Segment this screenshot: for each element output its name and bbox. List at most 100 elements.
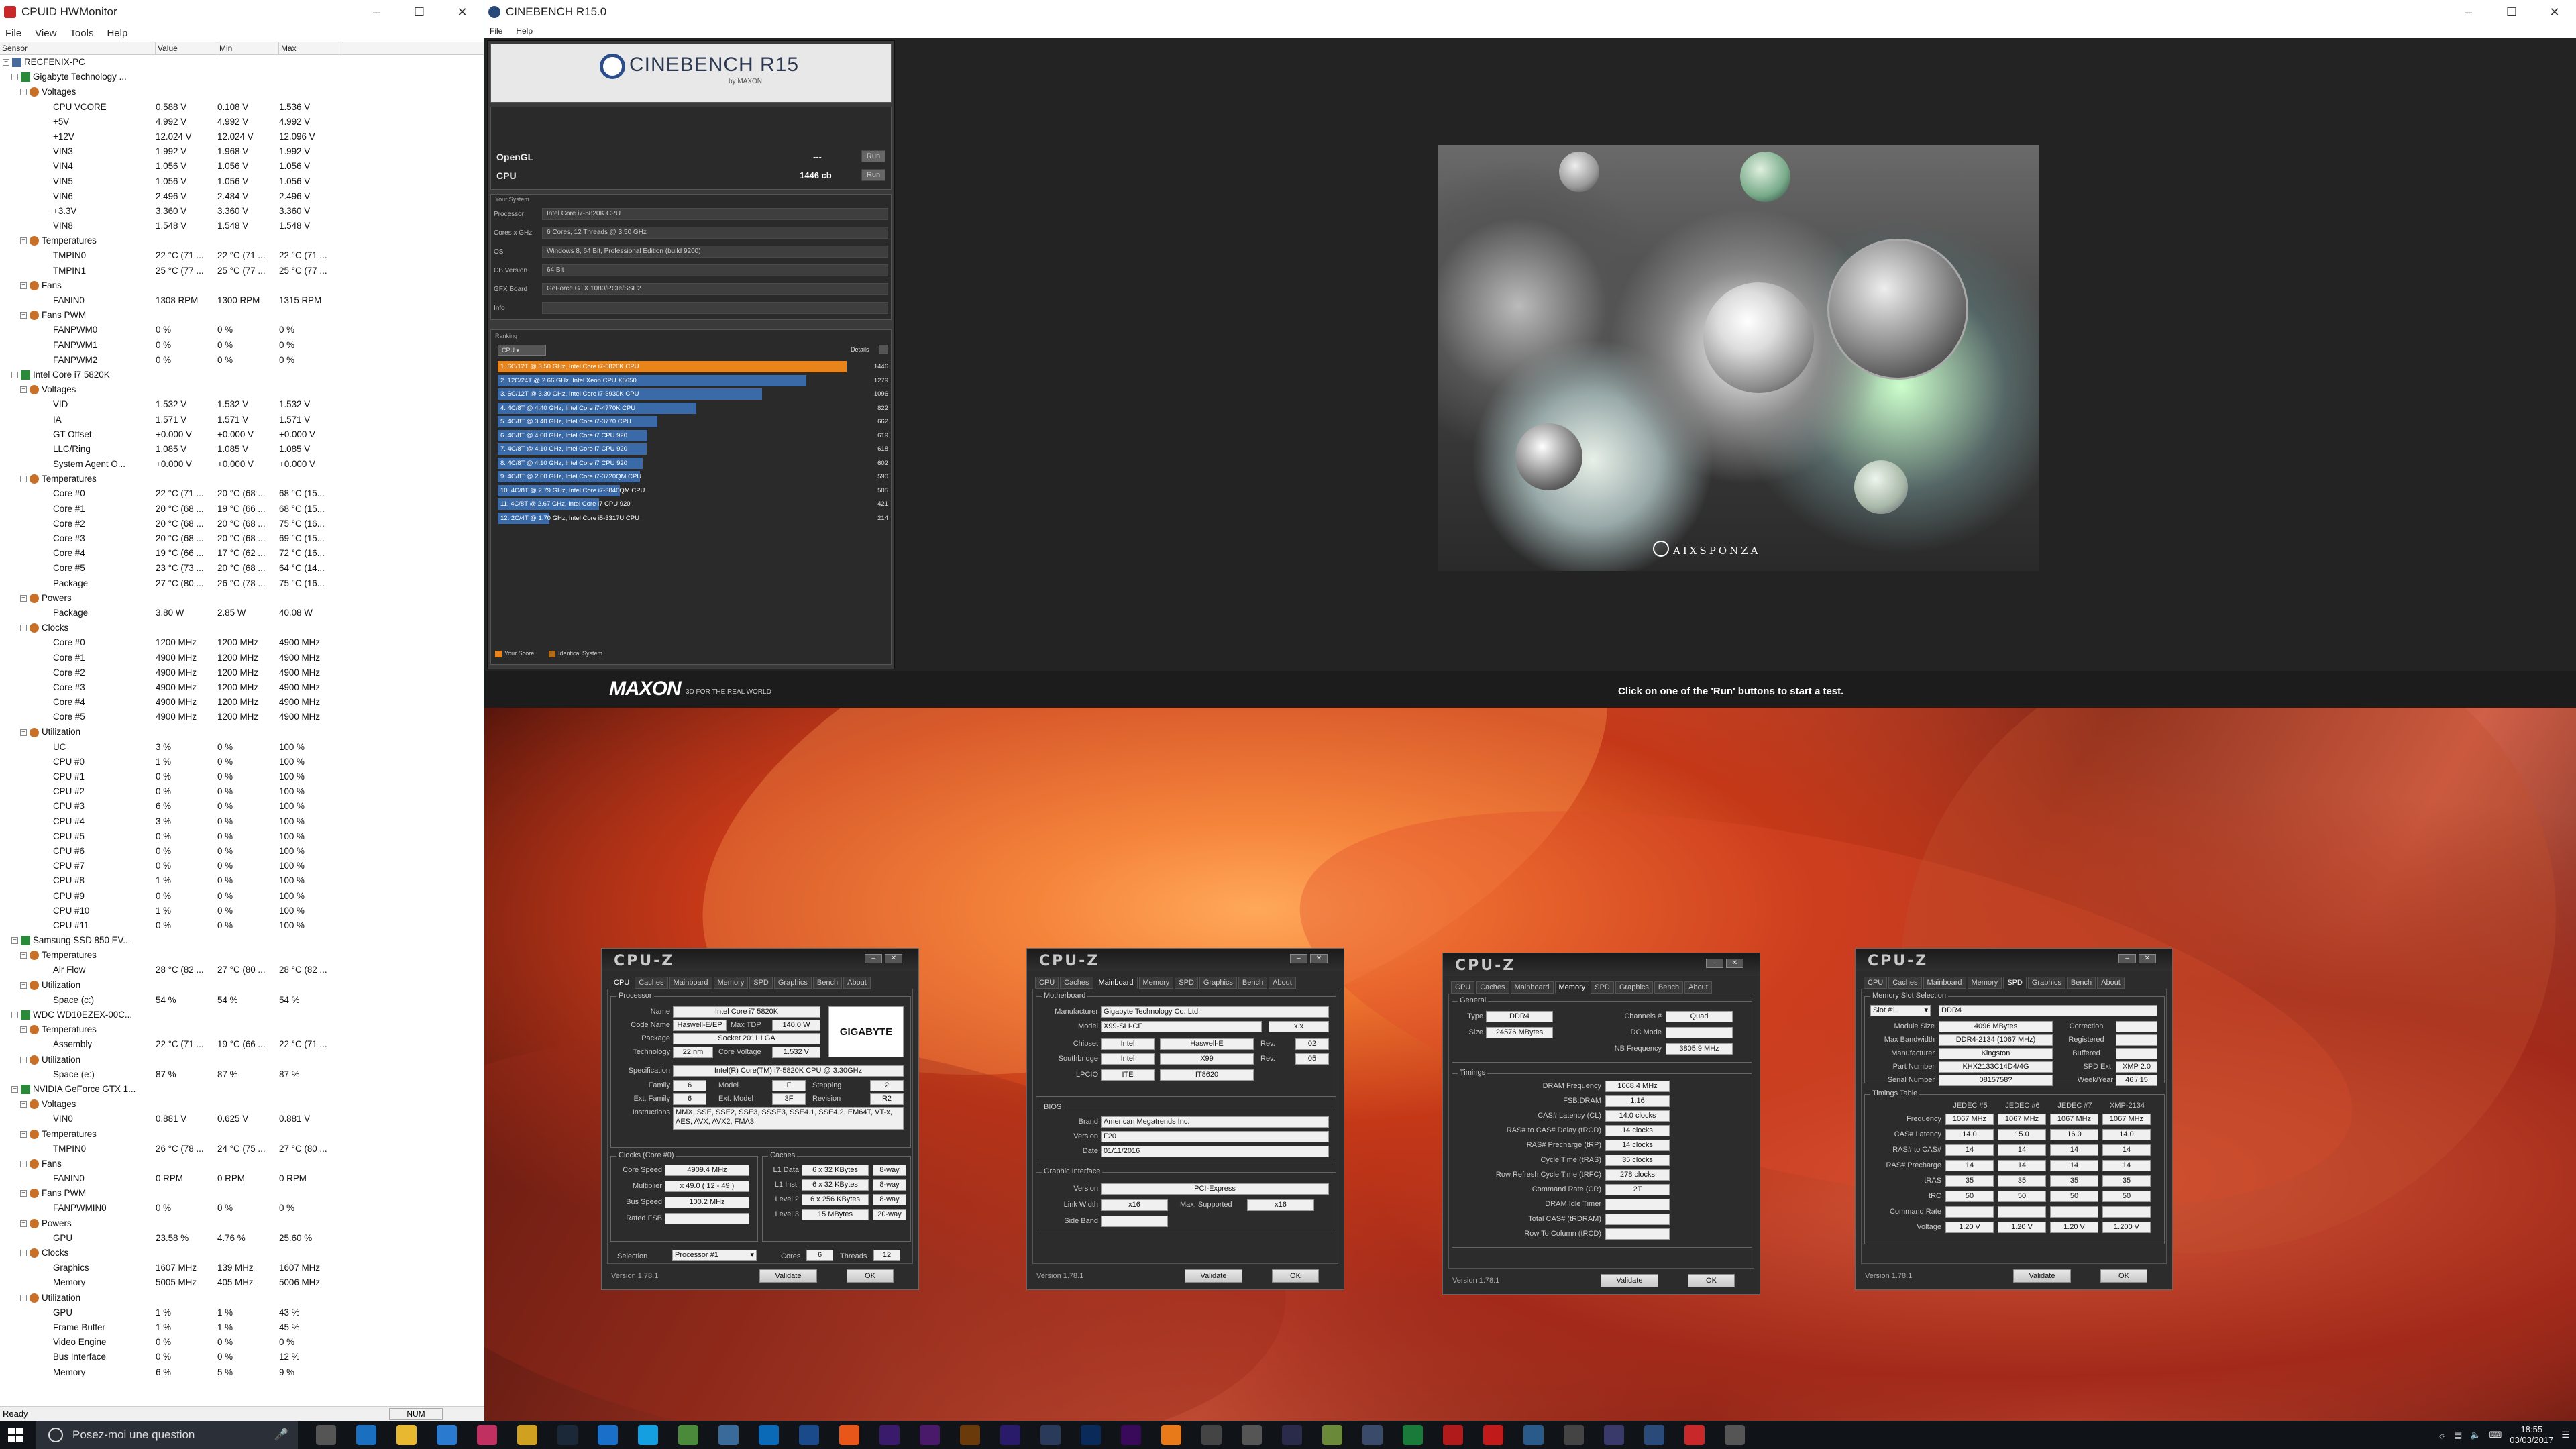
tab-bench[interactable]: Bench xyxy=(1654,981,1684,994)
expand-toggle-icon[interactable]: − xyxy=(20,386,27,394)
expand-toggle-icon[interactable]: − xyxy=(20,312,27,319)
sensor-row[interactable]: UC 3 % 0 % 100 % xyxy=(0,740,484,755)
ranking-bar[interactable]: 11. 4C/8T @ 2.67 GHz, Intel Core i7 CPU … xyxy=(498,498,631,510)
tab-cpu[interactable]: CPU xyxy=(1864,977,1888,989)
red-app-icon[interactable] xyxy=(1443,1425,1463,1445)
maximize-button[interactable]: ☐ xyxy=(398,5,441,19)
sensor-row[interactable]: FANIN0 1308 RPM 1300 RPM 1315 RPM xyxy=(0,293,484,308)
sensor-row[interactable]: +3.3V 3.360 V 3.360 V 3.360 V xyxy=(0,204,484,219)
sensor-row[interactable]: Package 27 °C (80 ... 26 °C (78 ... 75 °C (… xyxy=(0,576,484,591)
expand-toggle-icon[interactable]: − xyxy=(11,74,18,81)
minimize-button[interactable]: – xyxy=(1290,954,1307,963)
sensor-row[interactable]: GPU 1 % 1 % 43 % xyxy=(0,1305,484,1320)
sensor-row[interactable]: FANPWM0 0 % 0 % 0 % xyxy=(0,323,484,337)
tab-graphics[interactable]: Graphics xyxy=(1199,977,1237,989)
sensor-row[interactable]: FANPWMIN0 0 % 0 % 0 % xyxy=(0,1201,484,1216)
expand-toggle-icon[interactable]: − xyxy=(11,1012,18,1019)
sensor-row[interactable]: VID 1.532 V 1.532 V 1.532 V xyxy=(0,397,484,412)
network-icon[interactable]: ▤ xyxy=(2454,1430,2462,1440)
clock[interactable]: 18:55 03/03/2017 xyxy=(2510,1424,2553,1446)
sensor-row[interactable]: Core #4 4900 MHz 1200 MHz 4900 MHz xyxy=(0,695,484,710)
tab-mainboard[interactable]: Mainboard xyxy=(1510,981,1554,994)
people-icon[interactable]: ☼ xyxy=(2438,1430,2446,1440)
sensor-row[interactable]: CPU #3 6 % 0 % 100 % xyxy=(0,799,484,814)
sensor-group[interactable]: − Fans xyxy=(0,1157,484,1171)
expand-toggle-icon[interactable]: − xyxy=(20,1250,27,1257)
minimize-button[interactable]: – xyxy=(2447,5,2490,19)
ranking-bar[interactable]: 9. 4C/8T @ 2.60 GHz, Intel Core i7-3720Q… xyxy=(498,471,641,482)
outlook-icon[interactable] xyxy=(759,1425,779,1445)
sensor-row[interactable]: VIN8 1.548 V 1.548 V 1.548 V xyxy=(0,219,484,233)
tab-memory[interactable]: Memory xyxy=(1138,977,1174,989)
sensor-row[interactable]: +12V 12.024 V 12.024 V 12.096 V xyxy=(0,129,484,144)
network-app-icon[interactable] xyxy=(718,1425,739,1445)
sensor-row[interactable]: System Agent O... +0.000 V +0.000 V +0.000 … xyxy=(0,457,484,472)
sensor-row[interactable]: GT Offset +0.000 V +0.000 V +0.000 V xyxy=(0,427,484,442)
sensor-row[interactable]: Core #2 20 °C (68 ... 20 °C (68 ... 75 °C (… xyxy=(0,517,484,531)
cpuz-cpu-window[interactable]: CPU-Z – ✕ CPU Caches Mainboard Memory SPD Graphi… xyxy=(601,948,919,1290)
network-tool-icon[interactable] xyxy=(1604,1425,1624,1445)
sensor-group[interactable]: − Powers xyxy=(0,1216,484,1231)
sensor-row[interactable]: FANPWM1 0 % 0 % 0 % xyxy=(0,338,484,353)
tab-graphics[interactable]: Graphics xyxy=(773,977,812,989)
expand-toggle-icon[interactable]: − xyxy=(20,282,27,289)
illustrator-icon[interactable] xyxy=(960,1425,980,1445)
expand-toggle-icon[interactable]: − xyxy=(20,952,27,959)
sensor-group[interactable]: − Intel Core i7 5820K xyxy=(0,368,484,382)
terminal-icon[interactable] xyxy=(1282,1425,1302,1445)
keyboard-icon[interactable]: ⌨ xyxy=(2489,1430,2502,1440)
sensor-row[interactable]: Air Flow 28 °C (82 ... 27 °C (80 ... 28 °C … xyxy=(0,963,484,977)
minimize-button[interactable]: – xyxy=(1706,959,1723,968)
edge-icon[interactable] xyxy=(598,1425,618,1445)
expand-toggle-icon[interactable]: − xyxy=(11,937,18,945)
expand-toggle-icon[interactable]: − xyxy=(11,372,18,379)
sensor-row[interactable]: Core #0 22 °C (71 ... 20 °C (68 ... 68 °C (… xyxy=(0,486,484,501)
sensor-row[interactable]: CPU #5 0 % 0 % 100 % xyxy=(0,829,484,844)
sensor-group[interactable]: − Powers xyxy=(0,591,484,606)
hwmonitor-titlebar[interactable]: CPUID HWMonitor – ☐ ✕ xyxy=(0,0,484,24)
menu-help[interactable]: Help xyxy=(107,28,127,39)
settings-icon[interactable] xyxy=(1201,1425,1222,1445)
sensor-group[interactable]: − Samsung SSD 850 EV... xyxy=(0,933,484,948)
sensor-row[interactable]: VIN0 0.881 V 0.625 V 0.881 V xyxy=(0,1112,484,1126)
slot-selector[interactable]: Slot #1 ▾ xyxy=(1870,1005,1931,1016)
sensor-row[interactable]: Space (e:) 87 % 87 % 87 % xyxy=(0,1067,484,1082)
sensor-row[interactable]: Core #3 4900 MHz 1200 MHz 4900 MHz xyxy=(0,680,484,695)
lightroom-icon[interactable] xyxy=(1040,1425,1061,1445)
hwmonitor-window[interactable]: CPUID HWMonitor – ☐ ✕ File View Tools He… xyxy=(0,0,484,1421)
utility-icon[interactable] xyxy=(1523,1425,1544,1445)
sensor-group[interactable]: − Fans xyxy=(0,278,484,293)
ranking-filter-dropdown[interactable]: CPU ▾ xyxy=(498,345,546,356)
expand-toggle-icon[interactable]: − xyxy=(20,1130,27,1138)
validate-button[interactable]: Validate xyxy=(759,1269,817,1283)
after-effects-icon[interactable] xyxy=(879,1425,900,1445)
sensor-group[interactable]: − Temperatures xyxy=(0,472,484,486)
close-button[interactable]: ✕ xyxy=(2139,954,2156,963)
sensor-row[interactable]: CPU #6 0 % 0 % 100 % xyxy=(0,844,484,859)
sensor-row[interactable]: Assembly 22 °C (71 ... 19 °C (66 ... 22 °C … xyxy=(0,1037,484,1052)
sensor-row[interactable]: CPU #0 1 % 0 % 100 % xyxy=(0,755,484,769)
photo-viewer-icon[interactable] xyxy=(1362,1425,1383,1445)
cpuz-taskbar-icon[interactable] xyxy=(1725,1425,1745,1445)
ranking-bar[interactable]: 6. 4C/8T @ 4.00 GHz, Intel Core i7 CPU 9… xyxy=(498,429,647,441)
spreadsheet-icon[interactable] xyxy=(1403,1425,1423,1445)
sensor-group[interactable]: − Fans PWM xyxy=(0,308,484,323)
cpu-run-button[interactable]: Run xyxy=(861,169,885,181)
cpuz-mainboard-window[interactable]: CPU-Z – ✕ CPU Caches Mainboard Memory SPD Graphi… xyxy=(1026,948,1344,1290)
tab-cpu[interactable]: CPU xyxy=(1035,977,1059,989)
photoshop-icon[interactable] xyxy=(1081,1425,1101,1445)
tab-graphics[interactable]: Graphics xyxy=(1615,981,1653,994)
tab-caches[interactable]: Caches xyxy=(635,977,668,989)
expand-toggle-icon[interactable]: − xyxy=(20,89,27,96)
ok-button[interactable]: OK xyxy=(847,1269,894,1283)
sensor-row[interactable]: Bus Interface 0 % 0 % 12 % xyxy=(0,1350,484,1364)
sensor-group[interactable]: − WDC WD10EZEX-00C... xyxy=(0,1008,484,1022)
details-button[interactable]: Details xyxy=(851,346,869,353)
skype-icon[interactable] xyxy=(638,1425,658,1445)
tab-bench[interactable]: Bench xyxy=(2066,977,2096,989)
sensor-row[interactable]: Core #1 20 °C (68 ... 19 °C (66 ... 68 °C (… xyxy=(0,502,484,517)
ranking-bar[interactable]: 4. 4C/8T @ 4.40 GHz, Intel Core i7-4770K… xyxy=(498,402,696,414)
ranking-bar[interactable]: 10. 4C/8T @ 2.79 GHz, Intel Core i7-3840… xyxy=(498,484,645,496)
minimize-button[interactable]: – xyxy=(2118,954,2136,963)
tab-about[interactable]: About xyxy=(843,977,871,989)
